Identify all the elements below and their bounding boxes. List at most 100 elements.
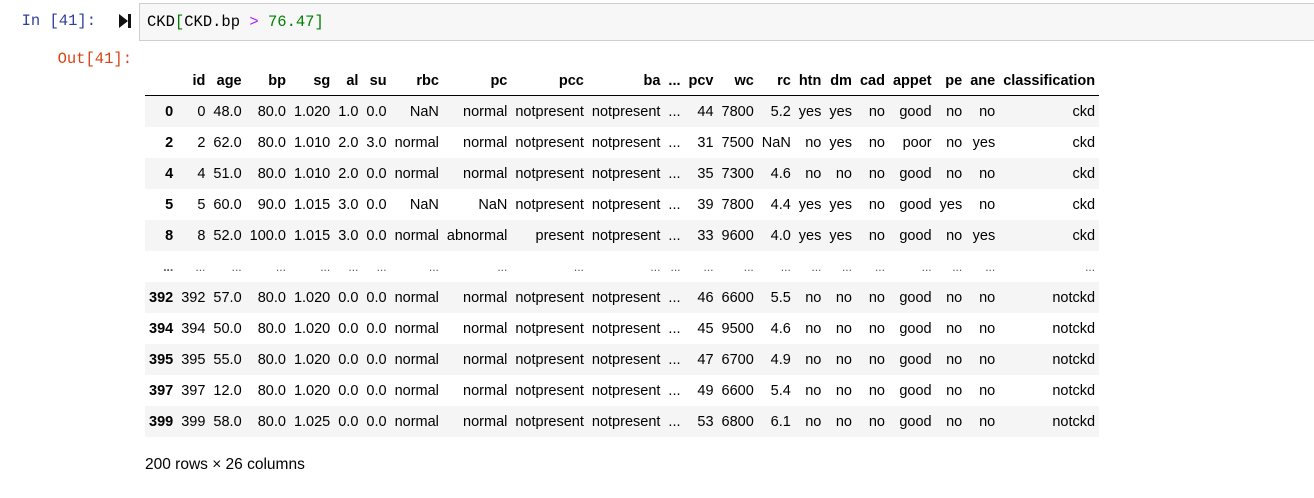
table-row: 2 2 62.0 80.0 1.010 2.0 3.0 normal normal notpres… bbox=[145, 127, 1100, 158]
table-cell: 1.010 bbox=[293, 165, 331, 182]
table-cell: 9600 bbox=[721, 227, 754, 244]
code-token-close-bracket: ] bbox=[314, 13, 324, 31]
table-cell: 6.1 bbox=[770, 413, 791, 430]
table-row: 395 395 55.0 80.0 1.020 0.0 0.0 normal normal not… bbox=[145, 344, 1100, 375]
table-cell: yes bbox=[972, 134, 996, 151]
table-cell: no bbox=[946, 413, 963, 430]
table-cell: no bbox=[979, 165, 996, 182]
table-cell: 7800 bbox=[721, 103, 754, 120]
table-cell: no bbox=[868, 382, 885, 399]
table-cell: normal bbox=[463, 351, 508, 368]
table-cell: 0.0 bbox=[338, 382, 359, 399]
table-cell: no bbox=[835, 382, 852, 399]
table-cell: 80.0 bbox=[257, 289, 286, 306]
table-cell: 51.0 bbox=[213, 165, 242, 182]
table-cell: 0.0 bbox=[366, 382, 387, 399]
table-cell: ... bbox=[921, 259, 932, 274]
table-cell: no bbox=[868, 196, 885, 213]
table-cell: ckd bbox=[1072, 134, 1096, 151]
table-cell: 0.0 bbox=[366, 165, 387, 182]
table-cell: no bbox=[868, 165, 885, 182]
table-cell: normal bbox=[394, 227, 439, 244]
column-header: wc bbox=[717, 66, 758, 96]
row-index: 394 bbox=[149, 320, 174, 337]
run-cell-icon[interactable] bbox=[117, 12, 133, 30]
table-cell: 48.0 bbox=[213, 103, 242, 120]
table-cell: 46 bbox=[697, 289, 714, 306]
code-input-cell[interactable]: CKD[CKD.bp > 76.47] bbox=[139, 3, 1314, 41]
column-header: appet bbox=[888, 66, 936, 96]
table-cell: 7800 bbox=[721, 196, 754, 213]
output-prompt: Out[41]: bbox=[57, 50, 132, 68]
table-cell: ... bbox=[320, 259, 331, 274]
table-cell: no bbox=[946, 103, 963, 120]
table-cell: 6800 bbox=[721, 413, 754, 430]
table-cell: notckd bbox=[1052, 320, 1096, 337]
table-row: 392 392 57.0 80.0 1.020 0.0 0.0 normal normal not… bbox=[145, 282, 1100, 313]
table-cell: 9500 bbox=[721, 320, 754, 337]
table-cell: ... bbox=[952, 259, 963, 274]
table-cell: notpresent bbox=[591, 289, 661, 306]
column-header: pe bbox=[935, 66, 967, 96]
table-cell: notckd bbox=[1052, 351, 1096, 368]
table-cell: ... bbox=[780, 259, 791, 274]
table-cell: normal bbox=[463, 289, 508, 306]
table-cell: 7500 bbox=[721, 134, 754, 151]
table-cell: notckd bbox=[1052, 413, 1096, 430]
column-header: rc bbox=[757, 66, 795, 96]
table-cell: ckd bbox=[1072, 165, 1096, 182]
table-cell: good bbox=[899, 413, 932, 430]
table-cell: 47 bbox=[697, 351, 714, 368]
table-cell: 0.0 bbox=[366, 413, 387, 430]
column-header: pcc bbox=[511, 66, 588, 96]
table-cell: NaN bbox=[761, 134, 791, 151]
table-cell: no bbox=[946, 351, 963, 368]
table-cell: 0.0 bbox=[366, 227, 387, 244]
table-cell: notpresent bbox=[515, 413, 584, 430]
table-cell: normal bbox=[463, 382, 508, 399]
code-token-expr: CKD.bp bbox=[184, 13, 241, 31]
table-cell: 394 bbox=[181, 320, 206, 337]
table-cell: 2 bbox=[197, 134, 206, 151]
table-cell: 392 bbox=[181, 289, 206, 306]
table-cell: 1.015 bbox=[293, 227, 331, 244]
table-cell: no bbox=[805, 289, 822, 306]
table-cell: normal bbox=[394, 134, 439, 151]
table-cell: 31 bbox=[697, 134, 714, 151]
table-cell: 80.0 bbox=[257, 413, 286, 430]
table-cell: 80.0 bbox=[257, 320, 286, 337]
column-header: al bbox=[334, 66, 363, 96]
table-cell: notpresent bbox=[515, 165, 584, 182]
table-row: 0 0 48.0 80.0 1.020 1.0 0.0 NaN normal notpresent… bbox=[145, 95, 1100, 127]
table-cell: ... bbox=[348, 259, 359, 274]
table-cell: 4 bbox=[197, 165, 206, 182]
table-cell: NaN bbox=[409, 103, 439, 120]
row-index: 8 bbox=[165, 227, 174, 244]
table-cell: good bbox=[899, 196, 932, 213]
row-index: 5 bbox=[165, 196, 174, 213]
table-cell: notpresent bbox=[591, 134, 661, 151]
table-cell: 3.0 bbox=[338, 227, 359, 244]
table-cell: 0.0 bbox=[366, 351, 387, 368]
table-cell: normal bbox=[394, 351, 439, 368]
table-cell: ... bbox=[668, 382, 681, 399]
column-header: pc bbox=[442, 66, 512, 96]
table-cell: no bbox=[868, 351, 885, 368]
column-header: su bbox=[362, 66, 391, 96]
table-cell: 4.6 bbox=[770, 165, 791, 182]
table-cell: normal bbox=[463, 413, 508, 430]
table-cell: good bbox=[899, 320, 932, 337]
table-cell: no bbox=[979, 320, 996, 337]
table-cell: 12.0 bbox=[213, 382, 242, 399]
row-index: 395 bbox=[149, 351, 174, 368]
table-cell: 1.020 bbox=[293, 351, 331, 368]
table-cell: 0.0 bbox=[366, 320, 387, 337]
table-cell: no bbox=[835, 413, 852, 430]
table-cell: 0.0 bbox=[366, 196, 387, 213]
table-cell: notckd bbox=[1052, 382, 1096, 399]
table-cell: ... bbox=[275, 259, 286, 274]
table-cell: 39 bbox=[697, 196, 714, 213]
table-cell: 58.0 bbox=[213, 413, 242, 430]
table-cell: 397 bbox=[181, 382, 206, 399]
table-cell: notpresent bbox=[515, 196, 584, 213]
